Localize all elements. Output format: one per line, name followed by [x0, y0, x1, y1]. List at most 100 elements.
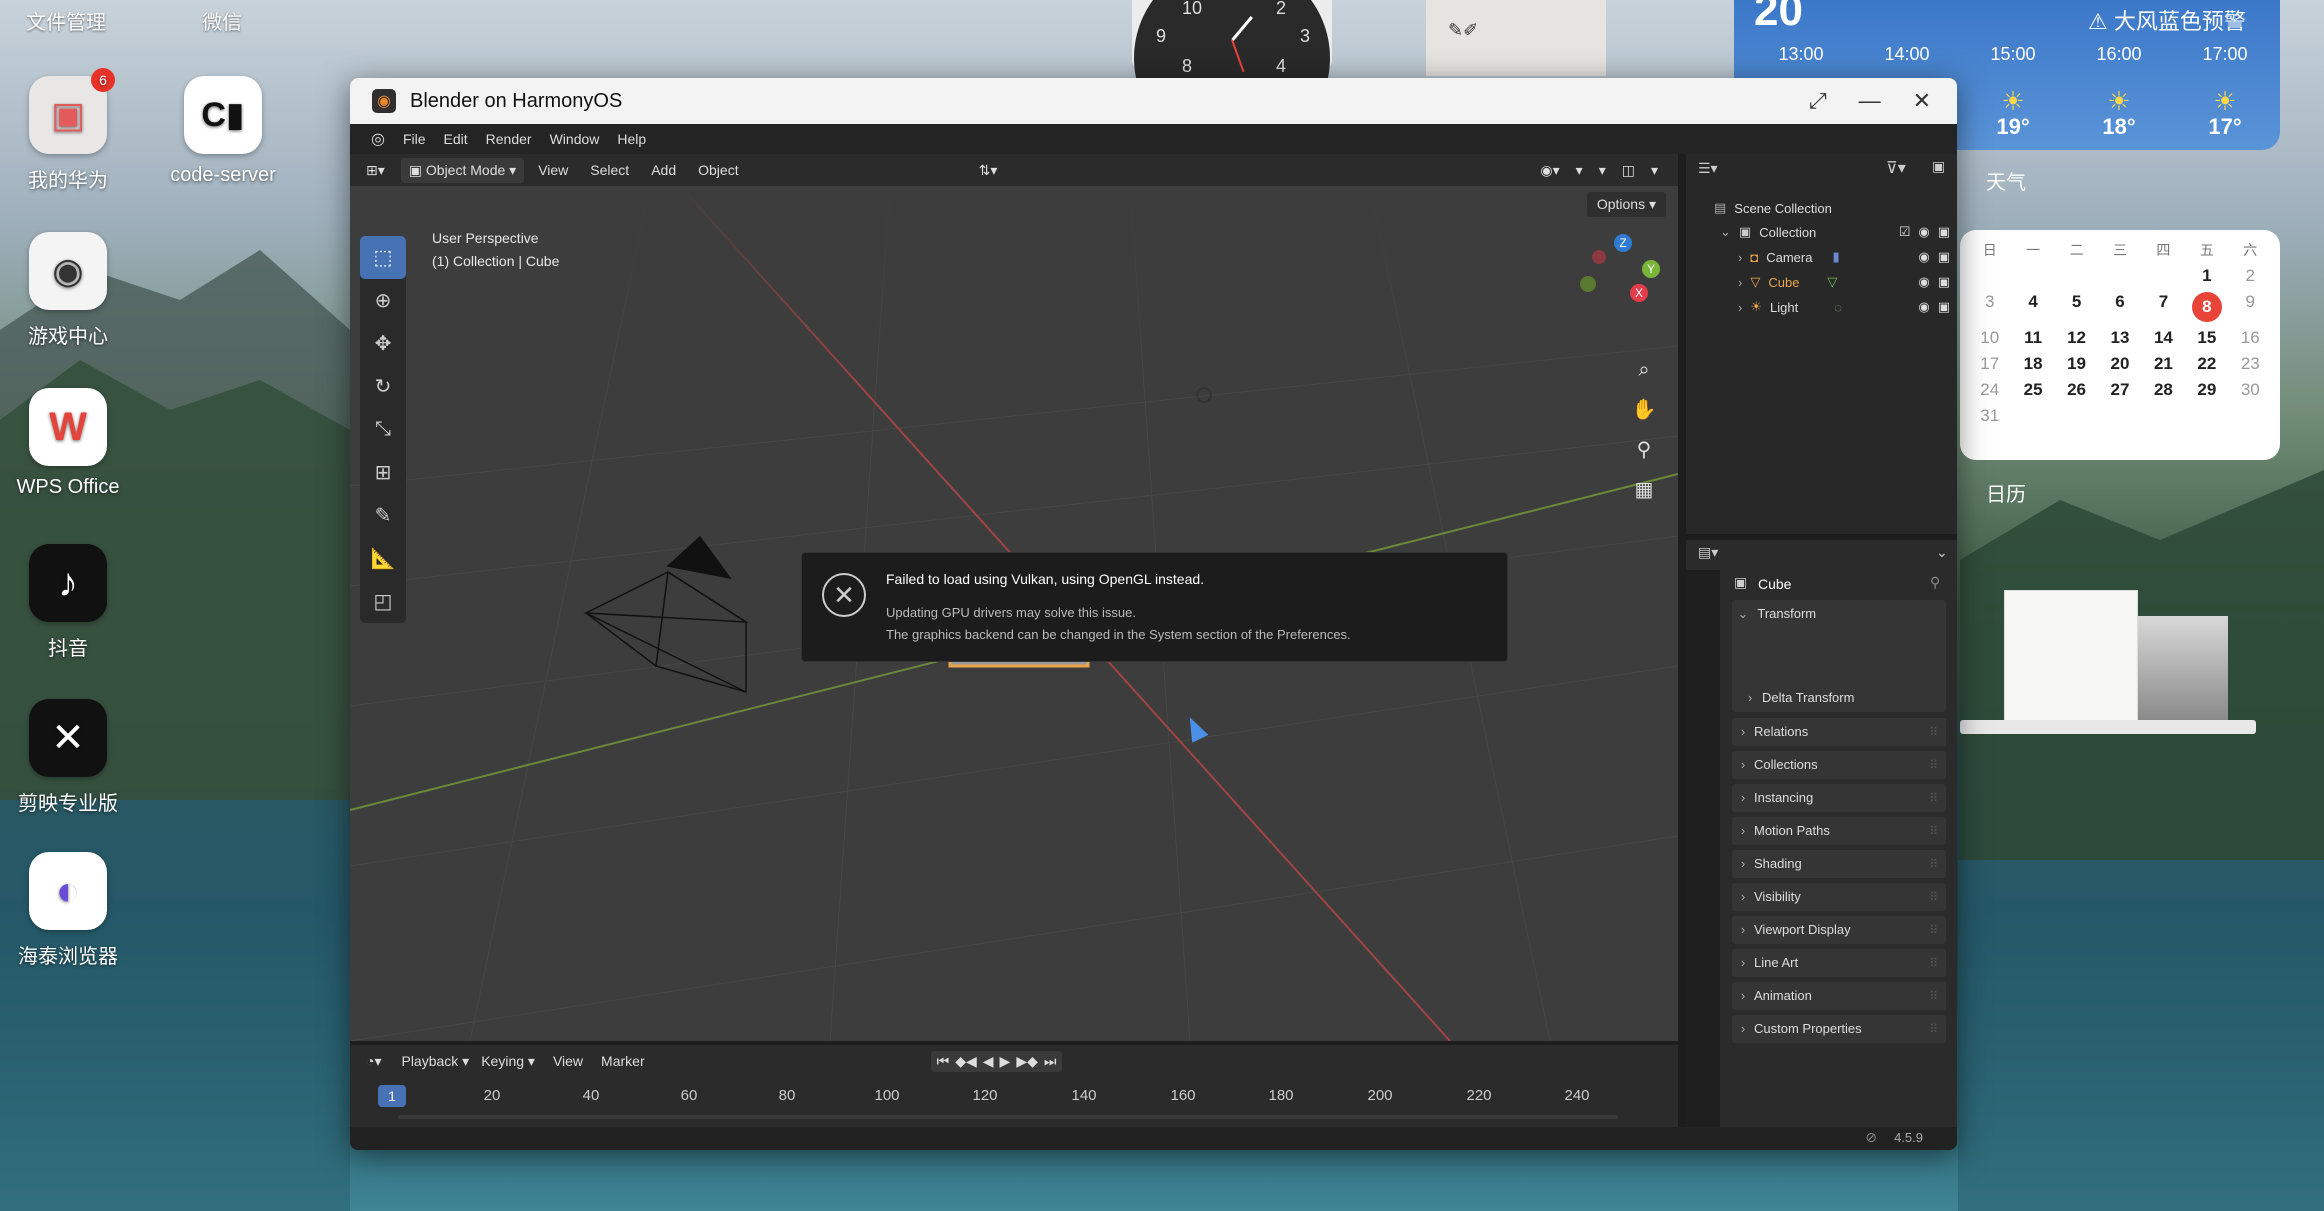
calendar-day[interactable]: 1 [2185, 266, 2228, 286]
delta-transform-row[interactable]: › Delta Transform [1748, 684, 1854, 712]
calendar-day[interactable]: 27 [2098, 380, 2141, 400]
desktop-icon-douyin[interactable]: ♪ 抖音 [0, 544, 143, 661]
menu-render[interactable]: Render [477, 131, 541, 147]
add-cube-tool[interactable]: ◰ [360, 580, 406, 623]
outliner-scene-collection[interactable]: ▤ Scene Collection [1714, 196, 1832, 220]
drag-grip-icon[interactable]: ⠿ [1929, 784, 1938, 812]
render-camera-icon[interactable]: ▣ [1938, 249, 1950, 265]
calendar-day[interactable]: 13 [2098, 328, 2141, 348]
section-collections[interactable]: › Collections ⠿ [1732, 751, 1946, 779]
play-icon[interactable]: ▶ [1000, 1053, 1011, 1070]
outliner-item-cube[interactable]: › ▽ Cube ▽ ◉ ▣ [1738, 270, 1950, 294]
drag-grip-icon[interactable]: ⠿ [1929, 949, 1938, 977]
outliner-collection[interactable]: ⌄ ▣ Collection ☑ ◉ ▣ [1720, 220, 1950, 244]
new-collection-icon[interactable]: ▣ [1932, 158, 1945, 175]
overlay-dropdown-icon[interactable]: ▾ [1599, 162, 1606, 179]
ortho-grid-icon[interactable]: ▦ [1626, 472, 1662, 508]
render-camera-icon[interactable]: ▣ [1938, 224, 1950, 240]
desktop-icon-wps-office[interactable]: W WPS Office [0, 388, 143, 499]
outliner-item-camera[interactable]: › ◘ Camera ▮ ◉ ▣ [1738, 245, 1950, 269]
next-keyframe-icon[interactable]: ▶◆ [1016, 1053, 1038, 1070]
play-reverse-icon[interactable]: ◀ [983, 1053, 994, 1070]
drag-grip-icon[interactable]: ⠿ [1929, 916, 1938, 944]
drag-grip-icon[interactable]: ⠿ [1929, 817, 1938, 845]
calendar-day[interactable]: 28 [2142, 380, 2185, 400]
options-dropdown[interactable]: Options ▾ [1586, 192, 1666, 217]
outliner[interactable]: ☰▾ ⊽▾ ▣ ▤ Scene Collection ⌄ ▣ Collectio… [1686, 154, 1957, 534]
desktop-icon-my-huawei[interactable]: ▣ 6 我的华为 [0, 68, 143, 193]
section-motion-paths[interactable]: › Motion Paths ⠿ [1732, 817, 1946, 845]
pan-hand-icon[interactable]: ✋ [1626, 392, 1662, 428]
menu-edit[interactable]: Edit [435, 131, 477, 147]
menu-add[interactable]: Add [651, 162, 676, 178]
drag-grip-icon[interactable]: ⠿ [1929, 850, 1938, 878]
calendar-day[interactable]: 11 [2011, 328, 2054, 348]
calendar-day[interactable]: 16 [2229, 328, 2272, 348]
window-titlebar[interactable]: ◉ Blender on HarmonyOS ⤢ — ✕ [350, 78, 1957, 124]
marker-menu[interactable]: Marker [601, 1053, 645, 1069]
render-camera-icon[interactable]: ▣ [1938, 299, 1950, 315]
select-box-tool[interactable]: ⬚ [360, 236, 406, 279]
calendar-day[interactable]: 5 [2055, 292, 2098, 322]
calendar-day[interactable]: 29 [2185, 380, 2228, 400]
navigation-gizmo[interactable]: Z Y X [1570, 232, 1666, 328]
properties-editor[interactable]: ▤▾ ⌄ ▣ Cube ⚲ ⌄ Transform › Delta Transf… [1686, 540, 1957, 1127]
transform-header[interactable]: ⌄ Transform [1732, 600, 1946, 628]
calendar-day[interactable]: 24 [1968, 380, 2011, 400]
calendar-day[interactable]: 30 [2229, 380, 2272, 400]
transform-orientation-icon[interactable]: ⇅▾ [979, 162, 998, 179]
calendar-day[interactable]: 12 [2055, 328, 2098, 348]
desktop-icon-code-server[interactable]: C▮ code-server [148, 76, 298, 187]
timeline-scrollbar[interactable] [398, 1115, 1618, 1119]
blender-window[interactable]: ◉ Blender on HarmonyOS ⤢ — ✕ ◎ File Edit… [350, 78, 1957, 1150]
menu-select[interactable]: Select [590, 162, 629, 178]
blender-menu-icon[interactable]: ◎ [362, 129, 394, 149]
outliner-item-light[interactable]: › ☀ Light ◌ ◉ ▣ [1738, 295, 1950, 319]
chevron-right-icon[interactable]: › [1738, 250, 1742, 265]
scale-tool[interactable]: ⤡ [360, 408, 406, 451]
calendar-day[interactable]: 20 [2098, 354, 2141, 374]
calendar-day[interactable]: 31 [1968, 406, 2011, 426]
photos-widget[interactable] [1960, 586, 2256, 734]
chevron-down-icon[interactable]: ⌄ [1720, 224, 1731, 240]
properties-tabs[interactable] [1686, 570, 1720, 1127]
eye-icon[interactable]: ◉ [1918, 249, 1929, 265]
outliner-editor-icon[interactable]: ☰▾ [1698, 160, 1718, 177]
section-line-art[interactable]: › Line Art ⠿ [1732, 949, 1946, 977]
zoom-icon[interactable]: ⌕ [1626, 352, 1662, 388]
drag-grip-icon[interactable]: ⠿ [1929, 883, 1938, 911]
section-viewport-display[interactable]: › Viewport Display ⠿ [1732, 916, 1946, 944]
calendar-widget[interactable]: 日一二三四五六 1 2 3 4 5 6 7 8 9 10 11 12 13 14 15 16 17 18 19 20 21… [1960, 230, 2280, 460]
jump-start-icon[interactable]: ⏮ [937, 1053, 950, 1070]
cursor-tool[interactable]: ⊕ [360, 279, 406, 322]
xray-toggle-icon[interactable]: ◫ [1622, 162, 1635, 179]
playback-menu[interactable]: Playback ▾ [401, 1053, 469, 1070]
chevron-right-icon[interactable]: › [1738, 300, 1742, 315]
eye-icon[interactable]: ◉ [1918, 274, 1929, 290]
shading-dropdown-icon[interactable]: ▾ [1651, 162, 1658, 179]
properties-editor-icon[interactable]: ▤▾ [1698, 544, 1718, 561]
section-instancing[interactable]: › Instancing ⠿ [1732, 784, 1946, 812]
chevron-right-icon[interactable]: › [1738, 275, 1742, 290]
desktop-icon-game-center[interactable]: ◉ 游戏中心 [0, 232, 143, 349]
desktop-icon-haitai-browser[interactable]: ◐ 海泰浏览器 [0, 852, 143, 969]
section-relations[interactable]: › Relations ⠿ [1732, 718, 1946, 746]
menu-view[interactable]: View [538, 162, 568, 178]
calendar-day[interactable]: 8 [2185, 292, 2228, 322]
drag-grip-icon[interactable]: ⠿ [1929, 982, 1938, 1010]
desktop-label-file-manager[interactable]: 文件管理 [26, 6, 106, 35]
calendar-day[interactable]: 25 [2011, 380, 2054, 400]
section-visibility[interactable]: › Visibility ⠿ [1732, 883, 1946, 911]
calendar-day[interactable]: 6 [2098, 292, 2141, 322]
calendar-day[interactable]: 23 [2229, 354, 2272, 374]
prev-keyframe-icon[interactable]: ◆◀ [955, 1053, 977, 1070]
vulkan-fallback-notification[interactable]: ✕ Failed to load using Vulkan, using Ope… [801, 552, 1508, 662]
menu-file[interactable]: File [394, 131, 435, 147]
photo-widget-thumbnail[interactable]: ✎✐ [1426, 0, 1606, 76]
desktop-icon-jianying[interactable]: ✕ 剪映专业版 [0, 699, 143, 816]
fullscreen-icon[interactable]: ⤢ [1809, 88, 1827, 114]
transform-panel[interactable]: ⌄ Transform › Delta Transform [1732, 600, 1946, 712]
annotate-tool[interactable]: ✎ [360, 494, 406, 537]
calendar-day[interactable]: 7 [2142, 292, 2185, 322]
calendar-day[interactable]: 17 [1968, 354, 2011, 374]
